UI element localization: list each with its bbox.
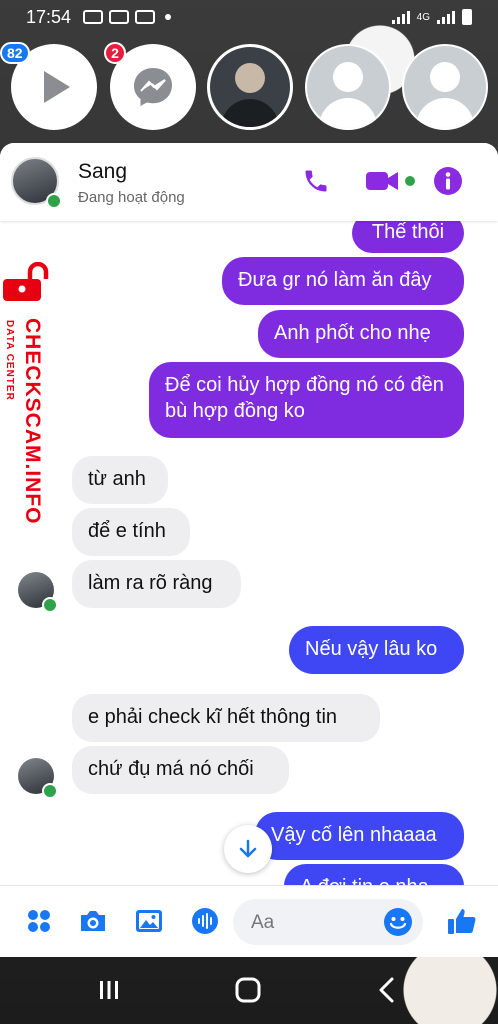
chat-panel: Sang Đang hoạt động Thế thôi Đưa gr nó l… [0,143,498,957]
online-indicator [46,193,62,209]
watermark: DATA CENTER CHECKSCAM.INFO [2,262,56,525]
message-bubble-out[interactable]: Nếu vậy lâu ko [289,626,464,674]
apps-icon [28,910,50,932]
camera-icon [81,911,105,931]
info-icon [434,167,462,195]
camera-button[interactable] [78,906,108,936]
video-badge: 82 [0,42,30,64]
message-input-box[interactable] [233,899,423,945]
avatar-silhouette [210,47,290,127]
back-icon [379,977,394,1003]
image-icon [136,910,162,932]
notification-youtube-icon [83,10,104,24]
emoji-icon[interactable] [383,907,413,937]
message-bubble-in[interactable]: chứ đụ má nó chối [72,746,289,794]
recents-icon [100,981,118,999]
video-play-icon [44,71,70,103]
message-bubble-out[interactable]: Vậy cố lên nhaaaa [255,812,464,860]
message-bubble-out[interactable]: A đợi tin e nha [284,864,464,885]
message-bubble-in[interactable]: từ anh [72,456,168,504]
chat-head-contact[interactable] [305,44,391,130]
message-bubble-in[interactable]: e phải check kĩ hết thông tin [72,694,380,742]
lock-icon [3,262,49,301]
notification-dot-icon [165,14,172,20]
notification-youtube-icon [135,10,156,24]
contact-name[interactable]: Sang [78,160,127,184]
messenger-icon [134,68,172,106]
call-button[interactable] [300,165,332,197]
avatar-silhouette [307,46,389,128]
thumbs-up-icon [448,909,476,934]
watermark-subtitle: DATA CENTER [4,320,15,401]
message-bubble-out[interactable]: Anh phốt cho nhẹ [258,310,464,358]
signal-icon [391,10,410,24]
online-indicator [42,783,58,799]
message-list[interactable]: Thế thôi Đưa gr nó làm ăn đây Anh phốt c… [0,221,498,885]
navigation-bar [0,957,498,1024]
network-type: 4G [416,11,430,23]
message-bubble-out[interactable]: Để coi hủy hợp đồng nó có đền bù hợp đồn… [149,362,464,438]
watermark-title: CHECKSCAM.INFO [21,318,44,525]
notification-video-icon [109,10,130,24]
like-button[interactable] [446,906,478,938]
message-bubble-in[interactable]: làm ra rõ ràng [72,560,241,608]
chat-head-contact[interactable] [402,44,488,130]
recents-button[interactable] [94,975,124,1005]
gallery-button[interactable] [134,906,164,936]
microphone-icon [192,908,218,934]
video-call-button[interactable] [364,165,420,197]
scroll-down-button[interactable] [224,825,272,873]
message-bubble-in[interactable]: để e tính [72,508,190,556]
battery-icon [462,9,472,25]
voice-button[interactable] [190,906,220,936]
composer [0,885,498,957]
chat-head-sang[interactable] [207,44,293,130]
chat-heads: 82 2 [0,42,498,132]
signal-icon [437,10,455,24]
status-time: 17:54 [26,6,72,27]
arrow-down-icon [239,839,257,858]
messenger-badge: 2 [104,42,126,64]
back-button[interactable] [372,975,402,1005]
chat-header: Sang Đang hoạt động [0,143,498,221]
avatar-silhouette [404,46,486,128]
message-input[interactable] [249,911,383,935]
status-bar: 17:54 4G [0,0,498,34]
contact-status: Đang hoạt động [78,189,185,206]
phone-icon [305,170,327,192]
online-indicator [42,597,58,613]
apps-button[interactable] [24,906,54,936]
info-button[interactable] [432,165,464,197]
message-bubble-out[interactable]: Thế thôi [352,221,464,253]
home-icon [235,977,261,1003]
home-button[interactable] [233,975,263,1005]
message-bubble-out[interactable]: Đưa gr nó làm ăn đây [222,257,464,305]
video-camera-icon [366,172,415,190]
